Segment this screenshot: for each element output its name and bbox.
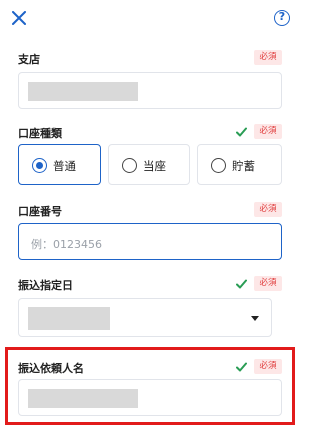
radio-chochiku[interactable]: 貯蓄 bbox=[197, 144, 282, 185]
radio-unselected-icon bbox=[122, 158, 137, 173]
close-icon[interactable] bbox=[12, 11, 26, 25]
transfer-date-label: 振込指定日 bbox=[18, 279, 73, 292]
required-badge: 必須 bbox=[254, 276, 282, 291]
requester-name-label-row: 振込依頼人名 必須 bbox=[18, 359, 282, 375]
radio-label-touza: 当座 bbox=[143, 159, 166, 173]
radio-unselected-icon bbox=[211, 158, 226, 173]
radio-selected-icon bbox=[32, 158, 47, 173]
transfer-date-select[interactable] bbox=[18, 298, 272, 337]
required-badge: 必須 bbox=[254, 124, 282, 139]
requester-name-input[interactable] bbox=[18, 379, 282, 416]
redacted-value bbox=[28, 82, 138, 101]
check-icon bbox=[236, 127, 247, 137]
account-type-label-row: 口座種類 必須 bbox=[18, 124, 282, 140]
required-badge: 必須 bbox=[254, 202, 282, 217]
account-type-label: 口座種類 bbox=[18, 127, 62, 140]
account-number-input[interactable]: 例：0123456 bbox=[18, 223, 282, 260]
account-number-label-row: 口座番号 必須 bbox=[18, 202, 282, 218]
radio-label-chochiku: 貯蓄 bbox=[232, 159, 255, 173]
account-number-label: 口座番号 bbox=[18, 205, 62, 218]
transfer-date-label-row: 振込指定日 必須 bbox=[18, 276, 282, 292]
requester-name-label: 振込依頼人名 bbox=[18, 362, 84, 375]
branch-label: 支店 bbox=[18, 53, 40, 66]
redacted-value bbox=[28, 389, 138, 408]
required-badge: 必須 bbox=[254, 50, 282, 65]
caret-down-icon bbox=[251, 316, 259, 321]
radio-label-futsu: 普通 bbox=[53, 159, 76, 173]
radio-touza[interactable]: 当座 bbox=[108, 144, 190, 185]
radio-futsu[interactable]: 普通 bbox=[18, 144, 101, 185]
required-badge: 必須 bbox=[254, 359, 282, 374]
transfer-form-page: ? 支店 必須 口座種類 必須 普通 当座 貯蓄 口座番号 必須 例：01234… bbox=[0, 0, 300, 425]
account-number-placeholder: 例：0123456 bbox=[31, 238, 102, 251]
branch-input[interactable] bbox=[18, 72, 282, 109]
redacted-value bbox=[28, 307, 110, 330]
help-circle-icon[interactable]: ? bbox=[274, 10, 290, 26]
check-icon bbox=[236, 362, 247, 372]
check-icon bbox=[236, 279, 247, 289]
branch-label-row: 支店 必須 bbox=[18, 50, 282, 66]
